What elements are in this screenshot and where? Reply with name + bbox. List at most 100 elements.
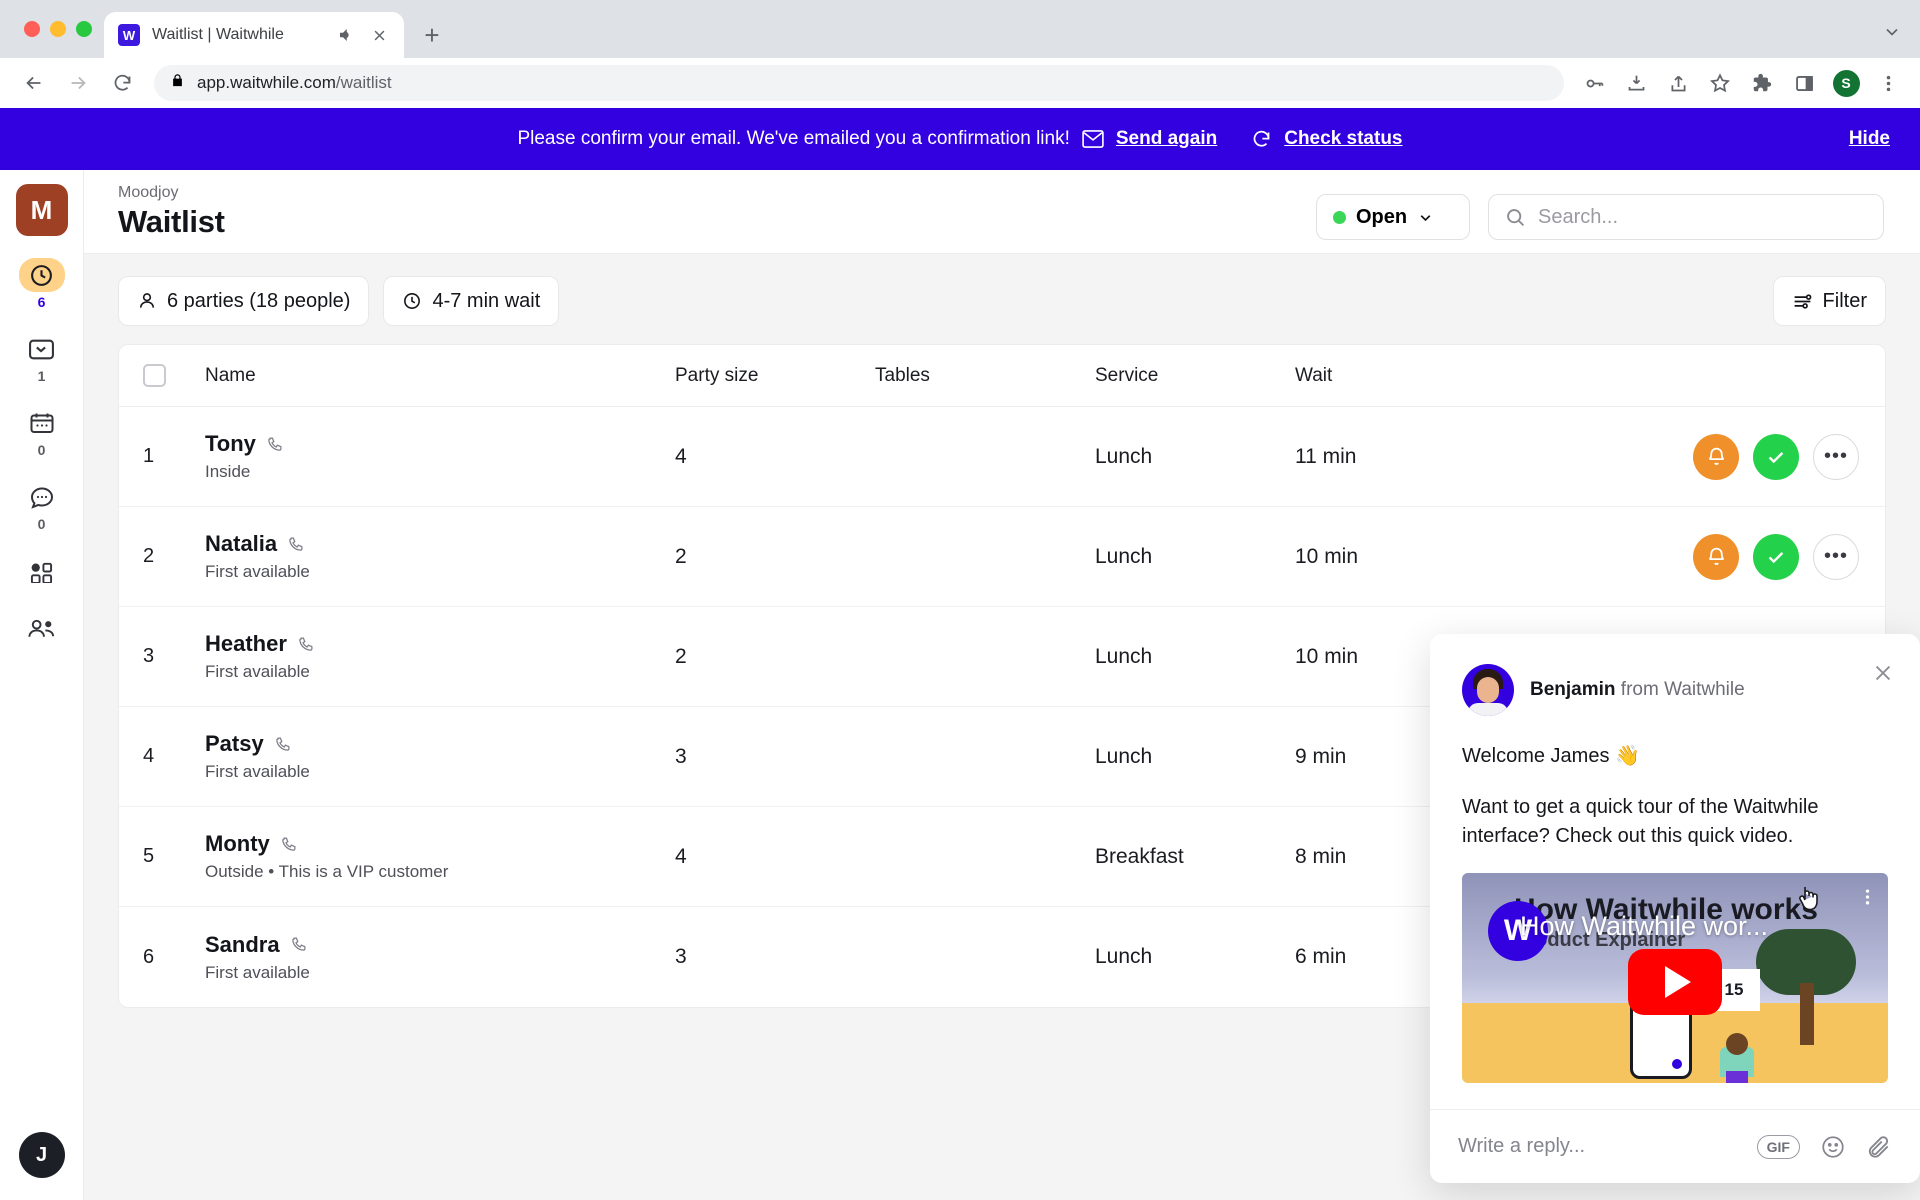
phone-icon[interactable] [297,636,314,653]
notify-button[interactable] [1693,533,1739,580]
phone-icon[interactable] [290,936,307,953]
row-number: 3 [143,645,155,667]
extensions-icon[interactable] [1744,65,1780,101]
video-thumbnail[interactable]: How Waitwhile works Product Explainer W … [1462,873,1888,1083]
chevron-down-icon [1417,209,1434,226]
youtube-play-icon[interactable] [1628,949,1722,1016]
browser-toolbar-icons: S [1576,65,1906,101]
column-header-tables[interactable]: Tables [875,365,1095,387]
cell-service: Lunch [1095,644,1153,668]
filter-label: Filter [1822,289,1867,312]
back-button[interactable] [14,63,54,103]
chevron-down-icon[interactable] [1882,22,1902,46]
sidebar-item-waitlist[interactable]: 6 [10,258,74,310]
tab-title: Waitlist | Waitwhile [152,26,284,43]
user-avatar[interactable]: J [18,1132,65,1178]
browser-tab[interactable]: W Waitlist | Waitwhile [104,12,404,58]
more-options-button[interactable]: ••• [1813,433,1859,480]
star-icon[interactable] [1702,65,1738,101]
sender-suffix: from Waitwhile [1615,679,1745,700]
speaker-icon[interactable] [336,25,356,45]
intercom-message-1: Welcome James 👋 [1462,745,1640,767]
profile-avatar[interactable]: S [1828,65,1864,101]
kebab-menu-icon[interactable] [1870,65,1906,101]
forward-button[interactable] [58,63,98,103]
filter-button[interactable]: Filter [1772,276,1886,326]
phone-icon[interactable] [266,436,283,453]
serve-button[interactable] [1753,433,1799,480]
key-icon[interactable] [1576,65,1612,101]
cell-party-size: 3 [675,744,687,768]
minimize-window-button[interactable] [50,21,66,37]
phone-icon[interactable] [280,836,297,853]
select-all-checkbox[interactable] [143,364,166,387]
new-tab-button[interactable]: + [412,15,452,55]
list-toolbar: 6 parties (18 people) 4-7 min wait Filte… [118,276,1886,326]
sidebar-badge-served: 1 [37,368,46,384]
column-header-party-size[interactable]: Party size [675,365,875,387]
check-status-link[interactable]: Check status [1284,128,1402,150]
intercom-message-2: Want to get a quick tour of the Waitwhil… [1462,796,1819,847]
more-options-button[interactable]: ••• [1813,533,1859,580]
side-panel-icon[interactable] [1786,65,1822,101]
close-icon[interactable] [368,24,390,46]
gif-button[interactable]: GIF [1756,1134,1800,1159]
hide-banner-button[interactable]: Hide [1849,128,1890,150]
attachment-icon[interactable] [1866,1134,1892,1160]
close-icon[interactable] [1872,662,1894,688]
send-again-link[interactable]: Send again [1116,128,1217,150]
banner-message: Please confirm your email. We've emailed… [517,128,1070,149]
envelope-icon [1082,130,1104,148]
tab-strip: W Waitlist | Waitwhile + [0,0,1920,58]
status-dropdown[interactable]: Open [1316,194,1470,240]
share-icon[interactable] [1660,65,1696,101]
search-input[interactable] [1538,205,1867,229]
sidebar: M 6 1 0 0 J [0,170,84,1200]
phone-icon[interactable] [287,536,304,553]
window-controls [16,0,104,58]
table-row[interactable]: 1 Tony Inside 4 Lunch 11 min ••• [119,407,1885,507]
maximize-window-button[interactable] [76,21,92,37]
table-row[interactable]: 2 Natalia First available 2 Lunch 10 min… [119,507,1885,607]
sidebar-item-messages[interactable]: 0 [10,480,74,532]
guest-note: Inside [205,462,251,481]
parties-chip[interactable]: 6 parties (18 people) [118,276,370,326]
column-header-wait[interactable]: Wait [1295,365,1495,387]
row-actions: ••• [1495,433,1885,480]
intercom-reply-bar[interactable]: Write a reply... GIF [1430,1109,1920,1183]
wait-chip[interactable]: 4-7 min wait [383,276,560,326]
app-shell: M 6 1 0 0 J Moodjoy Waitlist Open Search… [0,170,1920,1200]
workspace-logo[interactable]: M [15,184,68,236]
guest-name: Sandra [205,931,280,957]
confirm-email-banner: Please confirm your email. We've emailed… [0,108,1920,170]
sidebar-badge-messages: 0 [37,516,46,532]
sidebar-item-served[interactable]: 1 [10,332,74,384]
person-head [1726,1033,1748,1055]
sender-name: Benjamin [1530,679,1616,700]
row-number: 2 [143,545,155,567]
sidebar-item-bookings[interactable]: 0 [10,406,74,458]
refresh-icon [1251,129,1272,150]
sidebar-item-apps[interactable] [10,554,74,590]
tree-trunk [1800,983,1814,1045]
phone-icon[interactable] [274,736,291,753]
cell-party-size: 2 [675,644,687,668]
serve-button[interactable] [1753,533,1799,580]
notify-button[interactable] [1693,433,1739,480]
chat-bubble-icon [23,480,61,514]
kebab-menu-icon[interactable] [1865,887,1870,907]
cell-service: Lunch [1095,444,1153,468]
guest-name: Natalia [205,531,278,556]
column-header-name[interactable]: Name [205,365,675,387]
emoji-icon[interactable] [1820,1134,1846,1160]
reload-button[interactable] [102,63,142,103]
column-header-service[interactable]: Service [1095,365,1295,387]
sidebar-item-customers[interactable] [10,612,74,648]
row-number: 4 [143,745,155,767]
search-box[interactable] [1488,194,1884,240]
browser-window: W Waitlist | Waitwhile + app.waitwhile.c… [0,0,1920,1200]
close-window-button[interactable] [24,21,40,37]
url-bar[interactable]: app.waitwhile.com/waitlist [154,65,1564,101]
video-overlay-title: How Waitwhile wor... [1520,911,1769,941]
download-icon[interactable] [1618,65,1654,101]
